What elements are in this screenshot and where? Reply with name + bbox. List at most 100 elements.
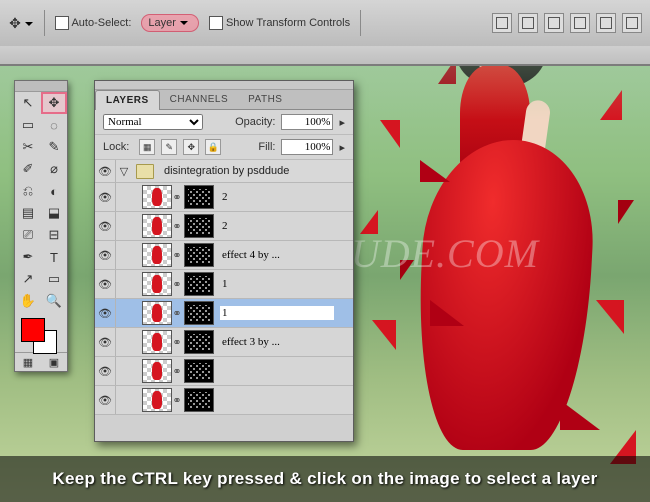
layer-thumb[interactable] (142, 185, 172, 209)
tab-layers[interactable]: LAYERS (95, 90, 160, 110)
layer-group-row[interactable]: 👁 ▽ disintegration by psddude (95, 160, 353, 183)
visibility-toggle[interactable]: 👁 (95, 299, 116, 327)
visibility-toggle[interactable]: 👁 (95, 386, 116, 414)
align-bottom-button[interactable] (544, 13, 564, 33)
layer-thumb[interactable] (142, 214, 172, 238)
opacity-input[interactable] (281, 114, 333, 130)
layer-thumb[interactable] (142, 243, 172, 267)
layer-mask-thumb[interactable] (184, 185, 214, 209)
layer-thumb[interactable] (142, 359, 172, 383)
fill-flyout-icon[interactable]: ▸ (339, 141, 345, 154)
tool-button-11[interactable]: ⬓ (41, 202, 67, 224)
mask-link-icon[interactable]: ⚭ (172, 220, 182, 233)
mask-link-icon[interactable]: ⚭ (172, 336, 182, 349)
layer-mask-thumb[interactable] (184, 301, 214, 325)
mask-link-icon[interactable]: ⚭ (172, 191, 182, 204)
tool-button-4[interactable]: ✂ (15, 136, 41, 158)
align-hcenter-button[interactable] (596, 13, 616, 33)
lock-position-button[interactable]: ✥ (183, 139, 199, 155)
align-vcenter-button[interactable] (518, 13, 538, 33)
tool-button-19[interactable]: 🔍 (41, 290, 67, 312)
tool-button-5[interactable]: ✎ (41, 136, 67, 158)
layer-row[interactable]: 👁⚭ (95, 212, 353, 241)
group-fold-icon[interactable]: ▽ (116, 165, 132, 178)
layer-mask-thumb[interactable] (184, 388, 214, 412)
tab-channels[interactable]: CHANNELS (160, 90, 238, 109)
layer-mask-thumb[interactable] (184, 243, 214, 267)
auto-select-target-dropdown[interactable]: Layer (141, 14, 199, 32)
layer-thumb[interactable] (142, 388, 172, 412)
quickmask-mode-button[interactable]: ▣ (41, 352, 67, 371)
lock-all-button[interactable]: 🔒 (205, 139, 221, 155)
mask-link-icon[interactable]: ⚭ (172, 278, 182, 291)
visibility-toggle[interactable]: 👁 (95, 241, 116, 269)
layer-mask-thumb[interactable] (184, 214, 214, 238)
tool-button-12[interactable]: ⎚ (15, 224, 41, 246)
visibility-toggle[interactable]: 👁 (95, 270, 116, 298)
tab-paths[interactable]: PATHS (238, 90, 292, 109)
tool-button-6[interactable]: ✐ (15, 158, 41, 180)
tool-button-2[interactable]: ▭ (15, 114, 41, 136)
layer-thumb[interactable] (142, 330, 172, 354)
tool-button-14[interactable]: ✒ (15, 246, 41, 268)
auto-select-checkbox[interactable]: Auto-Select: (55, 16, 131, 30)
show-transform-checkbox[interactable]: Show Transform Controls (209, 16, 350, 30)
visibility-toggle[interactable]: 👁 (95, 357, 116, 385)
visibility-toggle[interactable]: 👁 (95, 183, 116, 211)
panel-grip[interactable] (15, 81, 67, 92)
tool-button-13[interactable]: ⊟ (41, 224, 67, 246)
layer-name[interactable] (220, 306, 334, 320)
layer-row[interactable]: 👁⚭ (95, 241, 353, 270)
visibility-toggle[interactable]: 👁 (95, 160, 116, 182)
tool-button-9[interactable]: ◐ (41, 180, 67, 202)
layer-row[interactable]: 👁⚭ (95, 386, 353, 415)
mask-link-icon[interactable]: ⚭ (172, 394, 182, 407)
visibility-toggle[interactable]: 👁 (95, 328, 116, 356)
align-right-button[interactable] (622, 13, 642, 33)
tool-button-3[interactable]: ◌ (41, 114, 67, 136)
tool-button-15[interactable]: T (41, 246, 67, 268)
opacity-flyout-icon[interactable]: ▸ (339, 116, 345, 129)
layer-name[interactable] (220, 219, 334, 233)
layer-name[interactable] (220, 248, 334, 262)
layer-name[interactable] (220, 364, 334, 378)
layer-thumb[interactable] (142, 301, 172, 325)
lock-transparency-button[interactable]: ▦ (139, 139, 155, 155)
layer-row[interactable]: 👁⚭ (95, 183, 353, 212)
layer-row[interactable]: 👁⚭ (95, 299, 353, 328)
tool-button-17[interactable]: ▭ (41, 268, 67, 290)
layer-name[interactable] (220, 190, 334, 204)
layer-mask-thumb[interactable] (184, 330, 214, 354)
tool-button-8[interactable]: ⎌ (15, 180, 41, 202)
mask-link-icon[interactable]: ⚭ (172, 365, 182, 378)
layer-name[interactable] (220, 335, 334, 349)
auto-select-label: Auto-Select: (71, 17, 131, 29)
lock-image-button[interactable]: ✎ (161, 139, 177, 155)
fill-input[interactable] (281, 139, 333, 155)
layer-mask-thumb[interactable] (184, 272, 214, 296)
tool-button-16[interactable]: ↗ (15, 268, 41, 290)
layer-mask-thumb[interactable] (184, 359, 214, 383)
layer-name[interactable] (220, 277, 334, 291)
tool-button-0[interactable]: ↖ (15, 92, 41, 114)
foreground-swatch[interactable] (21, 318, 45, 342)
standard-mode-button[interactable]: ▦ (15, 352, 41, 371)
layer-name[interactable] (220, 393, 334, 407)
tool-button-1[interactable]: ✥ (41, 92, 67, 114)
tool-button-18[interactable]: ✋ (15, 290, 41, 312)
layer-row[interactable]: 👁⚭ (95, 357, 353, 386)
align-left-button[interactable] (570, 13, 590, 33)
group-name[interactable]: disintegration by psddude (164, 165, 289, 177)
mask-link-icon[interactable]: ⚭ (172, 249, 182, 262)
move-tool-icon[interactable]: ✥ (8, 15, 34, 32)
layer-row[interactable]: 👁⚭ (95, 270, 353, 299)
tool-button-7[interactable]: ⌀ (41, 158, 67, 180)
tool-button-10[interactable]: ▤ (15, 202, 41, 224)
blend-mode-select[interactable]: Normal (103, 114, 203, 130)
mask-link-icon[interactable]: ⚭ (172, 307, 182, 320)
align-top-button[interactable] (492, 13, 512, 33)
layer-thumb[interactable] (142, 272, 172, 296)
layer-row[interactable]: 👁⚭ (95, 328, 353, 357)
panel-grip[interactable] (95, 81, 353, 90)
visibility-toggle[interactable]: 👁 (95, 212, 116, 240)
